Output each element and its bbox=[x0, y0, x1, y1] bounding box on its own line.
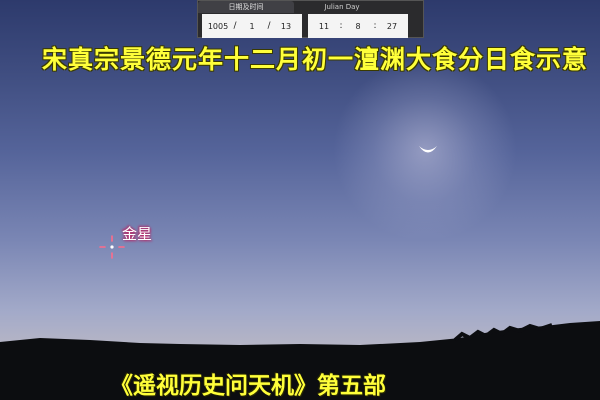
venus-label: 金星 bbox=[122, 225, 153, 243]
date-separator: / bbox=[233, 21, 237, 31]
tab-date-time[interactable]: 日期及时间 bbox=[198, 1, 294, 13]
second-field[interactable]: 27 bbox=[380, 22, 404, 31]
crescent-sun-icon bbox=[419, 146, 437, 153]
month-field[interactable]: 1 bbox=[240, 22, 264, 31]
minute-field[interactable]: 8 bbox=[346, 22, 370, 31]
day-field[interactable]: 13 bbox=[274, 22, 298, 31]
footer-caption: 《遥视历史问天机》第五部 bbox=[110, 372, 386, 399]
datetime-fields: 1005 / 1 / 13 11 : 8 : 27 bbox=[198, 14, 423, 38]
overlay-title: 宋真宗景德元年十二月初一澶渊大食分日食示意 bbox=[42, 45, 589, 74]
datetime-tabs: 日期及时间 Julian Day bbox=[198, 1, 423, 13]
time-separator: : bbox=[339, 21, 343, 31]
datetime-panel: 日期及时间 Julian Day 1005 / 1 / 13 11 : 8 : … bbox=[197, 0, 424, 38]
date-separator: / bbox=[267, 21, 271, 31]
date-fields: 1005 / 1 / 13 bbox=[202, 14, 302, 38]
time-separator: : bbox=[373, 21, 377, 31]
hour-field[interactable]: 11 bbox=[312, 22, 336, 31]
year-field[interactable]: 1005 bbox=[206, 22, 230, 31]
time-fields: 11 : 8 : 27 bbox=[308, 14, 408, 38]
tab-julian-day[interactable]: Julian Day bbox=[294, 1, 390, 13]
